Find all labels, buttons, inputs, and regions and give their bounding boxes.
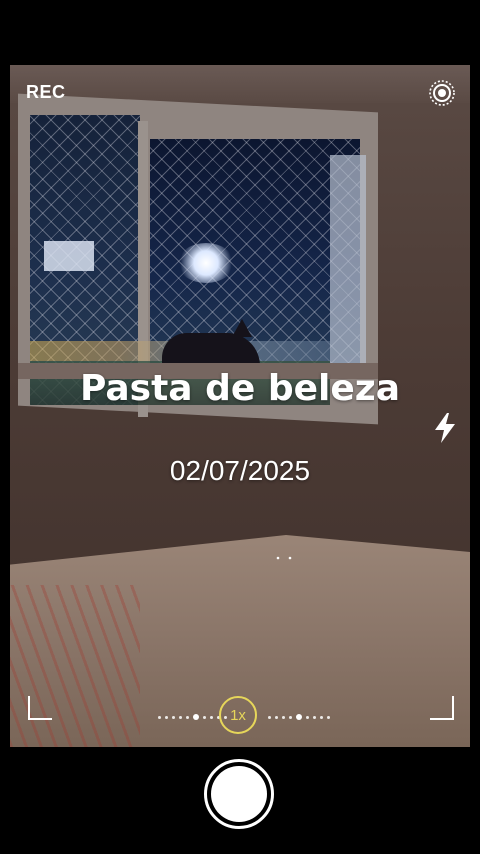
zoom-scale-right [268, 714, 330, 720]
camera-screen: REC Pasta de beleza 02/07/2025 1x [0, 0, 480, 854]
overlay-date: 02/07/2025 [169, 455, 311, 486]
focus-indicator [274, 546, 294, 560]
zoom-level-button[interactable]: 1x [219, 696, 257, 734]
settings-ring-icon[interactable] [428, 79, 456, 107]
overlay-title: Pasta de beleza [79, 368, 401, 409]
bed-pattern [10, 585, 140, 747]
zoom-control[interactable]: 1x [150, 696, 330, 738]
street-light [178, 243, 234, 283]
rec-label: REC [26, 82, 66, 102]
shutter-button[interactable] [204, 759, 274, 829]
shutter-button-inner [211, 766, 267, 822]
zoom-scale-left [158, 714, 227, 720]
window-edge [330, 155, 366, 375]
flash-icon[interactable] [432, 412, 458, 444]
frame-corner-bottom-right [430, 696, 454, 720]
billboard [44, 241, 94, 271]
frame-corner-bottom-left [28, 696, 52, 720]
